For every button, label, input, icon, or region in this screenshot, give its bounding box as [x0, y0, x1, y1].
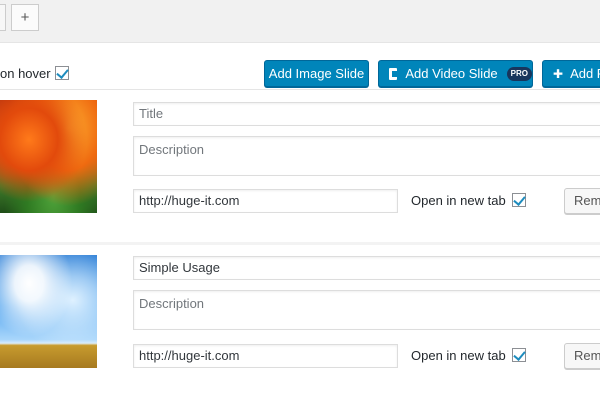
- pin-icon: ✚: [553, 66, 564, 81]
- plus-icon: +: [20, 9, 30, 26]
- open-new-tab-label: Open in new tab: [411, 347, 506, 363]
- remove-slide-button[interactable]: Remo: [564, 343, 600, 369]
- slide-item: Simple Usage Description http://huge-it.…: [0, 245, 600, 378]
- add-video-slide-button[interactable]: Add Video Slide PRO: [378, 60, 533, 87]
- add-slider-tab[interactable]: +: [11, 4, 39, 31]
- add-image-slide-label: Add Image Slide: [268, 66, 365, 81]
- slide-thumbnail[interactable]: [0, 255, 97, 368]
- add-video-slide-label: Add Video Slide: [405, 66, 498, 81]
- hover-option: on hover: [0, 64, 69, 82]
- pro-badge: PRO: [506, 66, 532, 81]
- slides-toolbar: on hover Add Image Slide Add Video Slide…: [0, 43, 600, 90]
- add-image-slide-button[interactable]: Add Image Slide: [264, 60, 369, 87]
- film-icon: [389, 67, 399, 80]
- add-post-slide-label: Add P: [570, 66, 600, 81]
- slide-description-input[interactable]: Description: [133, 136, 600, 176]
- slide-url-input[interactable]: http://huge-it.com: [133, 344, 398, 368]
- slide-title-input[interactable]: Title: [133, 102, 600, 126]
- hover-option-label: on hover: [0, 65, 51, 81]
- slider-tab-partial[interactable]: [0, 4, 6, 31]
- slide-description-input[interactable]: Description: [133, 290, 600, 330]
- slide-thumbnail[interactable]: [0, 100, 97, 213]
- open-new-tab-checkbox[interactable]: [511, 193, 526, 207]
- open-new-tab-option: Open in new tab: [411, 346, 526, 364]
- slide-url-input[interactable]: http://huge-it.com: [133, 189, 398, 213]
- open-new-tab-label: Open in new tab: [411, 192, 506, 208]
- remove-slide-label: Remo: [574, 348, 600, 363]
- slide-title-input[interactable]: Simple Usage: [133, 256, 600, 280]
- slider-tab-bar: +: [0, 0, 600, 43]
- slide-item: Title Description http://huge-it.com Ope…: [0, 90, 600, 242]
- open-new-tab-checkbox[interactable]: [511, 348, 526, 362]
- add-post-slide-button[interactable]: ✚ Add P: [542, 60, 600, 87]
- remove-slide-button[interactable]: Remo: [564, 188, 600, 214]
- hover-option-checkbox[interactable]: [54, 66, 69, 80]
- remove-slide-label: Remo: [574, 193, 600, 208]
- open-new-tab-option: Open in new tab: [411, 191, 526, 209]
